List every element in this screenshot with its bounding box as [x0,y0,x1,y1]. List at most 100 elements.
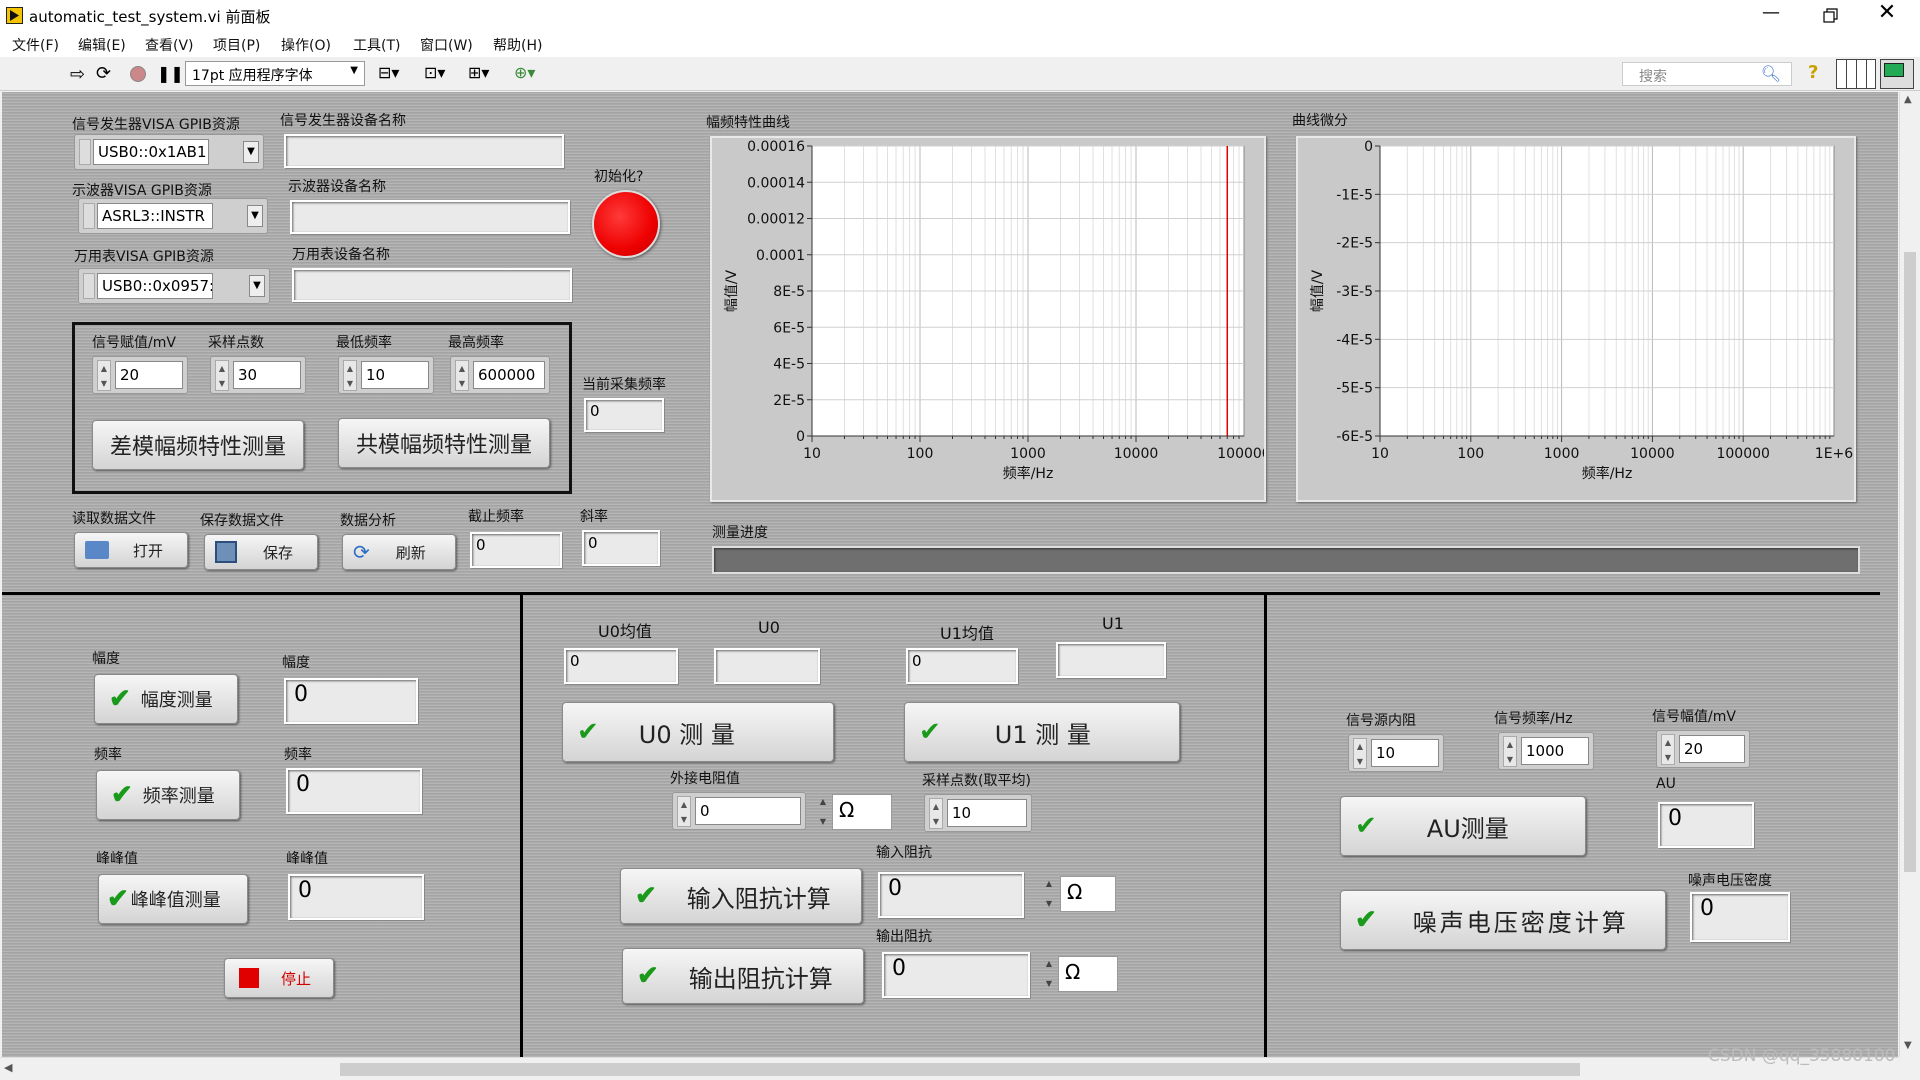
stepper-arrows-icon[interactable]: ▲ ▼ [343,360,357,391]
help-icon[interactable]: ? [1808,62,1818,83]
unit-stepper-icon[interactable]: ▲ ▼ [816,792,830,832]
output-impedance-unit[interactable]: Ω [1058,956,1118,992]
dmm-visa-control[interactable]: USB0::0x0957: ▼ [78,268,270,304]
u1-mean-label: U1均值 [940,624,994,643]
menu-view[interactable]: 查看(V) [145,35,194,55]
chevron-down-icon[interactable]: ▼ [249,275,265,297]
scope-visa-value[interactable]: ASRL3::INSTR [97,203,213,229]
distribute-objects-icon[interactable]: ⊡▾ [424,63,445,82]
u0-mean-label: U0均值 [598,622,652,641]
vertical-scrollbar[interactable]: ▲ ▼ [1899,92,1920,1057]
u0-measure-button[interactable]: ✔ U0 测 量 [562,702,834,762]
init-led[interactable] [592,190,660,258]
sweep-fmin-control[interactable]: ▲ ▼ 10 [338,356,434,394]
search-icon[interactable]: 🔍︎ [1761,64,1781,83]
menu-tools[interactable]: 工具(T) [353,35,400,55]
align-objects-icon[interactable]: ⊟▾ [378,63,399,82]
window-title: automatic_test_system.vi 前面板 [29,8,271,26]
minimize-icon[interactable]: — [1757,2,1785,28]
sweep-points-control[interactable]: ▲ ▼ 30 [210,356,306,394]
freq-measure-button[interactable]: ✔ 频率测量 [96,770,240,820]
stepper-arrows-icon[interactable]: ▲ ▼ [1503,736,1517,767]
menu-operate[interactable]: 操作(O) [281,35,331,55]
x-tick-label: 1E+6 [1815,446,1853,462]
menu-file[interactable]: 文件(F) [12,35,59,55]
sweep-points-value[interactable]: 30 [233,361,301,389]
menu-edit[interactable]: 编辑(E) [78,35,126,55]
open-file-button[interactable]: 打开 [74,532,188,568]
avg-points-control[interactable]: ▲ ▼ 10 [924,794,1032,832]
signal-gen-visa-value[interactable]: USB0::0x1AB1: [93,139,209,165]
unit-stepper-icon[interactable]: ▲ ▼ [1042,954,1056,994]
freq-response-chart[interactable]: 0 2E-5 4E-5 6E-5 8E-5 0.0001 0.00012 0.00014 0.0… [712,138,1264,500]
signal-amp-control[interactable]: ▲ ▼ 20 [1656,730,1750,768]
sweep-amp-control[interactable]: ▲ ▼ 20 [92,356,188,394]
progress-label: 测量进度 [712,525,768,541]
refresh-button[interactable]: ⟳ 刷新 [342,534,456,570]
reorder-icon[interactable]: ⊕▾ [514,63,535,82]
signal-freq-value[interactable]: 1000 [1521,737,1589,765]
restore-icon[interactable] [1815,4,1843,30]
stepper-arrows-icon[interactable]: ▲ ▼ [1353,738,1367,769]
stepper-arrows-icon[interactable]: ▲ ▼ [929,798,943,829]
chevron-down-icon[interactable]: ▼ [247,205,263,227]
sweep-fmax-value[interactable]: 600000 [473,361,545,389]
stepper-arrows-icon[interactable]: ▲ ▼ [1661,734,1675,765]
pp-measure-button[interactable]: ✔ 峰峰值测量 [98,874,248,924]
amp-measure-button[interactable]: ✔ 幅度测量 [94,674,238,724]
close-icon[interactable]: ✕ [1873,0,1901,30]
dmm-visa-value[interactable]: USB0::0x0957: [97,273,213,299]
common-mode-measure-button[interactable]: 共模幅频特性测量 [338,418,550,468]
ext-resistance-unit[interactable]: Ω [832,794,892,830]
resize-objects-icon[interactable]: ⊞▾ [468,63,489,82]
menu-window[interactable]: 窗口(W) [420,35,473,55]
font-selector[interactable]: 17pt 应用程序字体 ▼ [185,61,365,86]
y-tick-label: 6E-5 [773,320,805,336]
unit-stepper-icon[interactable]: ▲ ▼ [1042,874,1056,914]
ext-resistance-control[interactable]: ▲ ▼ 0 [672,792,806,830]
save-file-button[interactable]: 保存 [204,534,318,570]
stop-button[interactable]: 停止 [224,958,334,998]
signal-freq-control[interactable]: ▲ ▼ 1000 [1498,732,1594,770]
sweep-fmin-value[interactable]: 10 [361,361,429,389]
freq-response-chart-frame: 0 2E-5 4E-5 6E-5 8E-5 0.0001 0.00012 0.00014 0.0… [710,136,1266,502]
sweep-amp-value[interactable]: 20 [115,361,183,389]
freq-out-label: 频率 [284,747,312,763]
diff-mode-measure-button[interactable]: 差模幅频特性测量 [92,420,304,470]
pause-icon[interactable]: ❚❚ [157,64,184,83]
output-impedance-button[interactable]: ✔ 输出阻抗计算 [622,948,864,1004]
noise-density-button[interactable]: ✔ 噪声电压密度计算 [1340,890,1666,950]
run-arrow-icon[interactable]: ⇨ [70,64,85,85]
stepper-arrows-icon[interactable]: ▲ ▼ [455,360,469,391]
scrollbar-thumb[interactable] [1904,252,1916,872]
stepper-arrows-icon[interactable]: ▲ ▼ [677,796,691,827]
common-mode-measure-label: 共模幅频特性测量 [355,433,532,458]
signal-amp-value[interactable]: 20 [1679,735,1745,763]
stepper-arrows-icon[interactable]: ▲ ▼ [215,360,229,391]
abort-icon[interactable] [130,66,146,82]
scroll-down-icon[interactable]: ▼ [1904,1040,1912,1051]
input-impedance-unit[interactable]: Ω [1060,876,1116,912]
signal-gen-visa-control[interactable]: USB0::0x1AB1: ▼ [74,134,264,170]
scope-visa-control[interactable]: ASRL3::INSTR ▼ [78,198,268,234]
input-impedance-button[interactable]: ✔ 输入阻抗计算 [620,868,862,924]
u1-measure-button[interactable]: ✔ U1 测 量 [904,702,1180,762]
scrollbar-thumb[interactable] [340,1063,1580,1076]
au-measure-button[interactable]: ✔ AU测量 [1340,796,1586,856]
ext-resistance-value[interactable]: 0 [695,797,801,825]
scroll-up-icon[interactable]: ▲ [1904,94,1912,105]
avg-points-value[interactable]: 10 [947,799,1027,827]
menu-project[interactable]: 项目(P) [213,35,260,55]
search-field[interactable]: 搜索 🔍︎ [1622,62,1792,86]
source-resistance-control[interactable]: ▲ ▼ 10 [1348,734,1444,772]
menu-help[interactable]: 帮助(H) [493,35,542,55]
run-continuously-icon[interactable]: ⟳ [96,63,111,84]
scroll-left-icon[interactable]: ◀ [4,1061,12,1074]
stepper-arrows-icon[interactable]: ▲ ▼ [97,360,111,391]
checkmark-icon: ✔ [107,884,129,914]
derivative-chart[interactable]: 0 -1E-5 -2E-5 -3E-5 -4E-5 -5E-5 -6E-510 100 1000… [1298,138,1854,500]
horizontal-scrollbar[interactable]: ◀ [0,1057,1899,1080]
chevron-down-icon[interactable]: ▼ [243,141,259,163]
sweep-fmax-control[interactable]: ▲ ▼ 600000 [450,356,550,394]
source-resistance-value[interactable]: 10 [1371,739,1439,767]
